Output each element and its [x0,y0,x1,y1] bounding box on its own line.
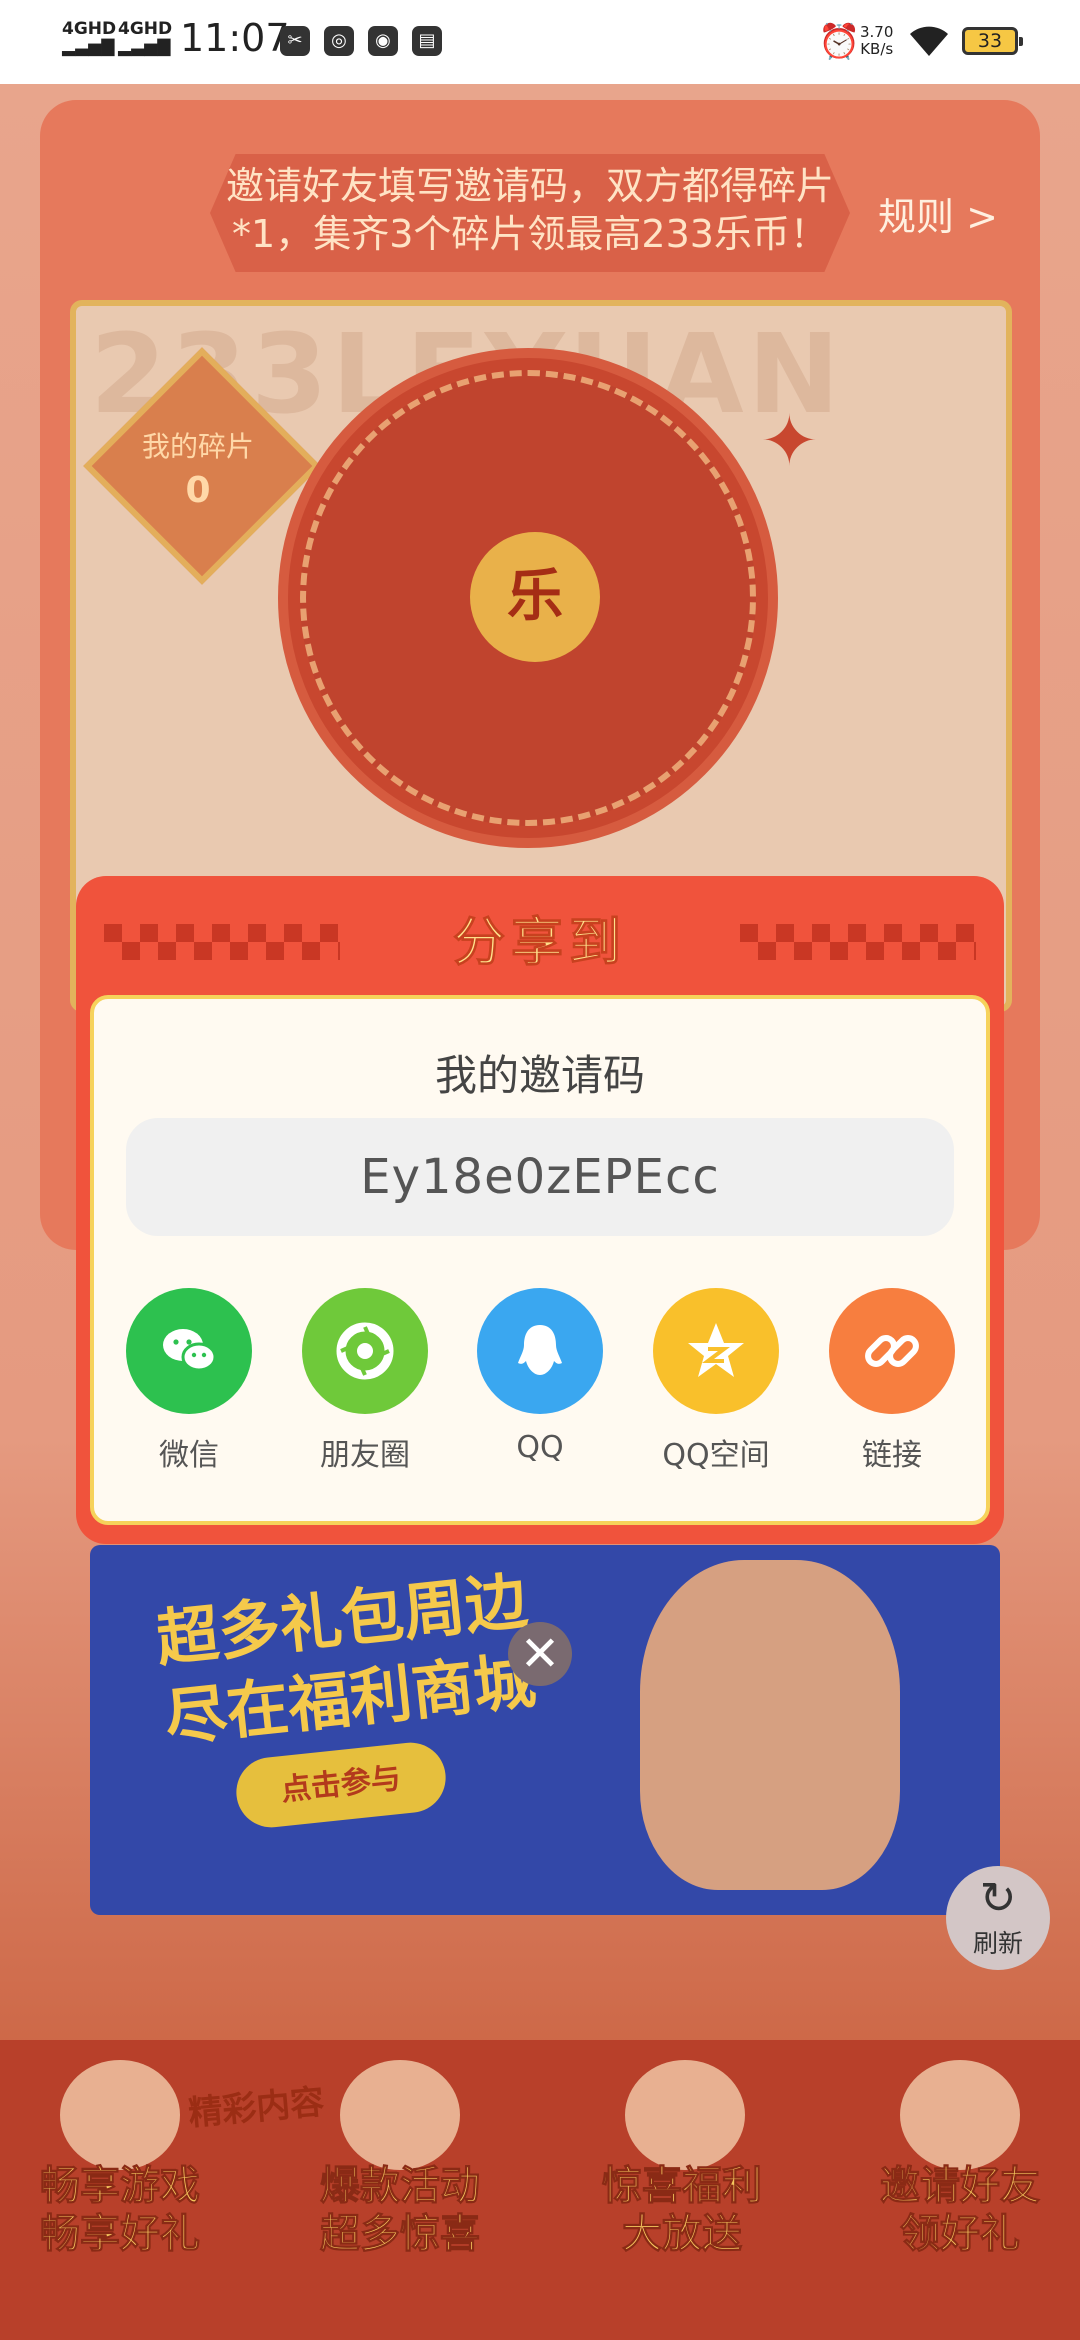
wheel-center-button[interactable]: 乐 [470,532,600,662]
my-shards-label: 我的碎片 [141,430,254,463]
feature-label: 领好礼 [900,2211,1021,2258]
feature-label: 邀请好友 [880,2163,1041,2210]
invite-banner-line: 邀请好友填写邀请码，双方都得碎片 [225,164,834,208]
network-speed: 3.70 KB/s [860,24,893,58]
feature-label: 畅享游戏 [40,2163,201,2210]
app-notification-icon: ✂ [280,26,310,56]
refresh-label: 刷新 [972,1929,1023,1958]
share-qq-button[interactable] [477,1288,603,1414]
mascot-image [640,1560,900,1890]
share-qzone-button[interactable] [653,1288,779,1414]
share-wechat-button[interactable] [126,1288,252,1414]
clock: 11:07 [180,16,290,60]
share-label: 朋友圈 [320,1438,410,1473]
feature-label: 大放送 [622,2211,743,2258]
qq-icon [518,1325,562,1375]
mascot-avatar [340,2060,460,2170]
feature-welfare[interactable]: 惊喜福利 大放送 [552,2162,812,2258]
refresh-icon: ↻ [979,1873,1017,1924]
feature-invite[interactable]: 邀请好友 领好礼 [830,2162,1080,2258]
speed-value: 3.70 [860,23,894,41]
link-icon [865,1335,919,1367]
app-notification-icon: ◉ [368,26,398,56]
mascot-avatar [900,2060,1020,2170]
share-link-button[interactable] [829,1288,955,1414]
wechat-icon [163,1329,217,1372]
signal-icon: ▂▃▅▇ [62,37,115,57]
network-label: 4GHD [62,19,117,39]
feature-label: 畅享好礼 [40,2211,201,2258]
calendar-icon: ▤ [412,26,442,56]
share-label: QQ空间 [662,1438,770,1473]
battery-icon: 33 [962,27,1023,55]
feature-label: 超多惊喜 [320,2211,481,2258]
close-icon[interactable]: ✕ [508,1622,572,1686]
share-label: 微信 [159,1438,219,1473]
dialog-title: 分享到 [452,913,627,974]
qzone-icon [688,1323,744,1377]
signal-icon: ▂▃▅▇ [118,37,171,57]
feature-events[interactable]: 爆款活动 超多惊喜 [270,2162,530,2258]
checker-decoration [740,924,976,960]
invite-code-label: 我的邀请码 [434,1051,645,1100]
status-bar: 4GHD ▂▃▅▇ 4GHD ▂▃▅▇ 11:07 ✂ ◎ ◉ ▤ ⏰ 3.70… [0,0,1080,84]
checker-decoration [104,924,340,960]
share-moments-button[interactable] [302,1288,428,1414]
wifi-icon [908,20,950,64]
network-label: 4GHD [118,19,173,39]
mascot-avatar [625,2060,745,2170]
my-shards-count: 0 [185,470,211,511]
feature-label: 爆款活动 [320,2163,481,2210]
sparkle-icon: ✦ [760,400,819,482]
share-label: 链接 [862,1438,922,1473]
alarm-icon: ⏰ [818,22,861,62]
network-indicator-1: 4GHD ▂▃▅▇ [62,20,116,56]
mascot-avatar [60,2060,180,2170]
feature-label: 惊喜福利 [602,2163,763,2210]
invite-banner-line: *1，集齐3个碎片领最高233乐币！ [232,212,828,256]
app-notification-icon: ◎ [324,26,354,56]
feature-games[interactable]: 畅享游戏 畅享好礼 [0,2162,250,2258]
rules-link[interactable]: 规则 > [878,186,998,241]
moments-icon [336,1322,394,1380]
invite-code-field[interactable]: Ey18e0zEPEcc [126,1118,954,1236]
invite-banner: 邀请好友填写邀请码，双方都得碎片 *1，集齐3个碎片领最高233乐币！ [210,154,850,272]
refresh-button[interactable]: ↻ 刷新 [946,1866,1050,1970]
network-indicator-2: 4GHD ▂▃▅▇ [118,20,172,56]
share-label: QQ [516,1430,564,1465]
speed-unit: KB/s [860,40,894,58]
